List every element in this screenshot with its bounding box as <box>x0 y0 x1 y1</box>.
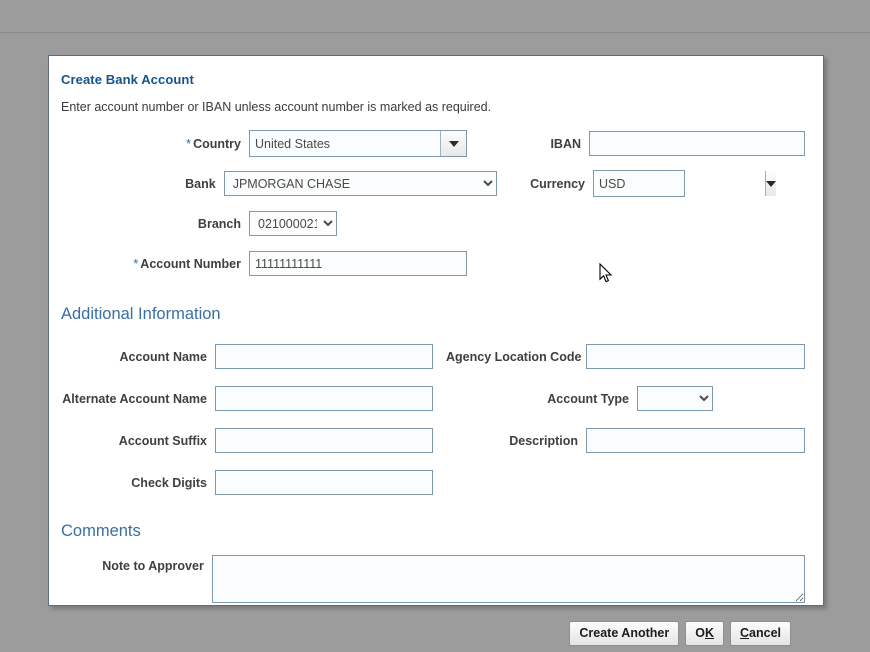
row-note-to-approver: Note to Approver <box>59 555 805 603</box>
country-label-text: Country <box>193 137 241 151</box>
description-input[interactable] <box>586 428 805 453</box>
cancel-button-label: Cancel <box>740 626 781 640</box>
comments-heading: Comments <box>61 522 805 541</box>
field-bank: Bank JPMORGAN CHASE <box>59 171 497 196</box>
field-country: *Country <box>59 130 493 157</box>
ok-button[interactable]: OK <box>685 621 724 646</box>
description-label: Description <box>446 434 586 448</box>
account-number-label-text: Account Number <box>140 257 241 271</box>
ok-button-label: OK <box>695 626 714 640</box>
required-marker-icon: * <box>186 136 191 151</box>
field-agency-location-code: Agency Location Code <box>446 344 805 369</box>
check-digits-input[interactable] <box>215 470 433 495</box>
caret-down-icon <box>449 141 459 147</box>
field-currency: Currency <box>497 170 805 197</box>
comments-block: Note to Approver <box>59 555 805 603</box>
country-lov[interactable] <box>249 130 467 157</box>
required-marker-icon: * <box>133 256 138 271</box>
main-form-block: *Country IBAN <box>59 128 805 279</box>
field-check-digits: Check Digits <box>59 470 497 495</box>
dialog-button-bar: Create Another OK Cancel <box>59 621 805 646</box>
field-account-type: Account Type <box>497 386 805 411</box>
row-check-digits: Check Digits <box>59 467 805 498</box>
currency-lov[interactable] <box>593 170 685 197</box>
currency-label: Currency <box>497 177 593 191</box>
create-another-button[interactable]: Create Another <box>569 621 679 646</box>
browser-top-strip <box>0 0 870 33</box>
row-branch: Branch 021000021 <box>59 208 805 239</box>
field-account-number: *Account Number <box>59 251 497 276</box>
bank-label: Bank <box>59 177 224 191</box>
page-root: Create Bank Account Enter account number… <box>0 0 870 652</box>
account-name-label: Account Name <box>59 350 215 364</box>
additional-information-block: Account Name Agency Location Code Altern… <box>59 341 805 498</box>
account-type-select[interactable] <box>637 386 713 411</box>
caret-down-icon <box>766 181 776 187</box>
check-digits-label: Check Digits <box>59 476 215 490</box>
country-input[interactable] <box>250 131 440 156</box>
branch-label: Branch <box>59 217 249 231</box>
alternate-account-name-label: Alternate Account Name <box>59 392 215 406</box>
field-iban: IBAN <box>493 131 805 156</box>
create-bank-account-dialog: Create Bank Account Enter account number… <box>48 55 824 606</box>
row-account-number: *Account Number <box>59 248 805 279</box>
country-dropdown-button[interactable] <box>440 131 466 156</box>
currency-dropdown-button[interactable] <box>765 171 776 196</box>
account-number-label: *Account Number <box>59 257 249 271</box>
field-description: Description <box>446 428 805 453</box>
account-number-input[interactable] <box>249 251 467 276</box>
account-name-input[interactable] <box>215 344 433 369</box>
dialog-instruction: Enter account number or IBAN unless acco… <box>61 100 805 114</box>
note-to-approver-textarea[interactable] <box>212 555 805 603</box>
account-suffix-input[interactable] <box>215 428 433 453</box>
agency-location-code-input[interactable] <box>586 344 805 369</box>
field-alternate-account-name: Alternate Account Name <box>59 386 497 411</box>
row-alt-account-name-account-type: Alternate Account Name Account Type <box>59 383 805 414</box>
iban-input[interactable] <box>589 131 805 156</box>
cancel-button[interactable]: Cancel <box>730 621 791 646</box>
agency-location-code-label: Agency Location Code <box>446 350 586 364</box>
iban-label: IBAN <box>493 137 589 151</box>
bank-select[interactable]: JPMORGAN CHASE <box>224 171 497 196</box>
row-bank-currency: Bank JPMORGAN CHASE Currency <box>59 168 805 199</box>
branch-select[interactable]: 021000021 <box>249 211 337 236</box>
field-account-suffix: Account Suffix <box>59 428 446 453</box>
additional-information-heading: Additional Information <box>61 305 805 324</box>
account-type-label: Account Type <box>497 392 637 406</box>
row-country-iban: *Country IBAN <box>59 128 805 159</box>
note-to-approver-label: Note to Approver <box>59 555 212 603</box>
row-account-name-agency: Account Name Agency Location Code <box>59 341 805 372</box>
country-label: *Country <box>59 137 249 151</box>
field-branch: Branch 021000021 <box>59 211 497 236</box>
field-account-name: Account Name <box>59 344 446 369</box>
dialog-title: Create Bank Account <box>61 72 805 87</box>
account-suffix-label: Account Suffix <box>59 434 215 448</box>
alternate-account-name-input[interactable] <box>215 386 433 411</box>
currency-input[interactable] <box>594 171 765 196</box>
row-account-suffix-description: Account Suffix Description <box>59 425 805 456</box>
